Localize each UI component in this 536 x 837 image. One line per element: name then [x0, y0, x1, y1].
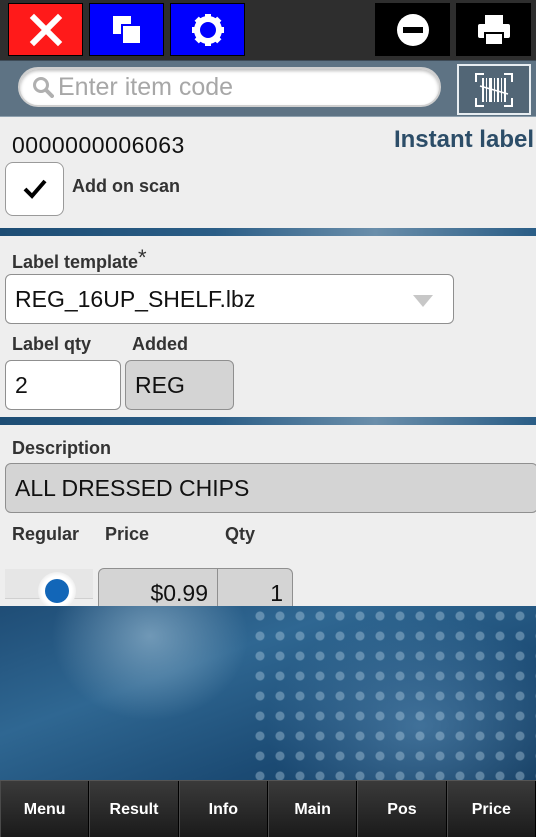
chevron-down-icon — [413, 295, 433, 307]
label-template-value: REG_16UP_SHELF.lbz — [15, 285, 256, 312]
nav-result-button[interactable]: Result — [89, 781, 179, 837]
search-input[interactable] — [58, 72, 428, 102]
instant-label-link[interactable]: Instant label — [394, 126, 534, 154]
barcode-scan-icon — [475, 72, 513, 107]
price-label: Price — [105, 524, 150, 544]
bottom-nav: Menu Result Info Main Pos Price — [0, 780, 536, 837]
scan-button[interactable] — [457, 64, 531, 115]
settings-button[interactable] — [170, 3, 245, 56]
nav-price-button[interactable]: Price — [446, 781, 536, 837]
windows-button[interactable] — [89, 3, 164, 56]
close-button[interactable] — [8, 3, 83, 56]
label-template-select[interactable]: REG_16UP_SHELF.lbz — [5, 274, 454, 324]
section-divider — [0, 417, 536, 425]
background-graphic — [0, 606, 536, 780]
print-button[interactable] — [456, 3, 531, 56]
section-divider — [0, 228, 536, 236]
details-section: Description ALL DRESSED CHIPS Regular Pr… — [0, 425, 536, 618]
regular-label: Regular — [12, 524, 80, 544]
add-on-scan-label: Add on scan — [72, 176, 181, 196]
description-label: Description — [12, 438, 112, 458]
remove-button[interactable] — [375, 3, 450, 56]
close-icon — [29, 13, 62, 46]
search-icon — [33, 77, 54, 98]
top-toolbar — [0, 0, 536, 60]
search-field[interactable] — [18, 67, 441, 107]
windows-icon — [112, 15, 142, 45]
label-qty-input[interactable]: 2 — [5, 360, 121, 410]
item-code: 0000000006063 — [12, 132, 185, 158]
required-mark: * — [138, 245, 147, 270]
search-bar — [0, 60, 536, 117]
label-qty-label: Label qty — [12, 334, 92, 354]
nav-pos-button[interactable]: Pos — [357, 781, 447, 837]
item-section: 0000000006063 Instant label Add on scan — [0, 118, 536, 228]
nav-info-button[interactable]: Info — [178, 781, 268, 837]
nav-menu-button[interactable]: Menu — [0, 781, 90, 837]
background-dots — [250, 606, 536, 780]
regular-radio[interactable] — [38, 572, 76, 610]
description-field: ALL DRESSED CHIPS — [5, 463, 536, 513]
checkmark-icon — [23, 179, 47, 199]
printer-icon — [477, 14, 510, 46]
label-template-label: Label template* — [12, 245, 147, 274]
add-on-scan-checkbox[interactable] — [5, 162, 64, 216]
added-field: REG — [125, 360, 234, 410]
label-section: Label template* REG_16UP_SHELF.lbz Label… — [0, 236, 536, 417]
added-label: Added — [132, 334, 188, 354]
label-template-text: Label template — [12, 252, 139, 272]
nav-main-button[interactable]: Main — [267, 781, 358, 837]
radio-selected-dot — [45, 579, 69, 603]
minus-circle-icon — [396, 13, 429, 46]
qty-label: Qty — [225, 524, 256, 544]
regular-radio-wrap — [5, 569, 93, 610]
gear-icon — [191, 13, 224, 46]
